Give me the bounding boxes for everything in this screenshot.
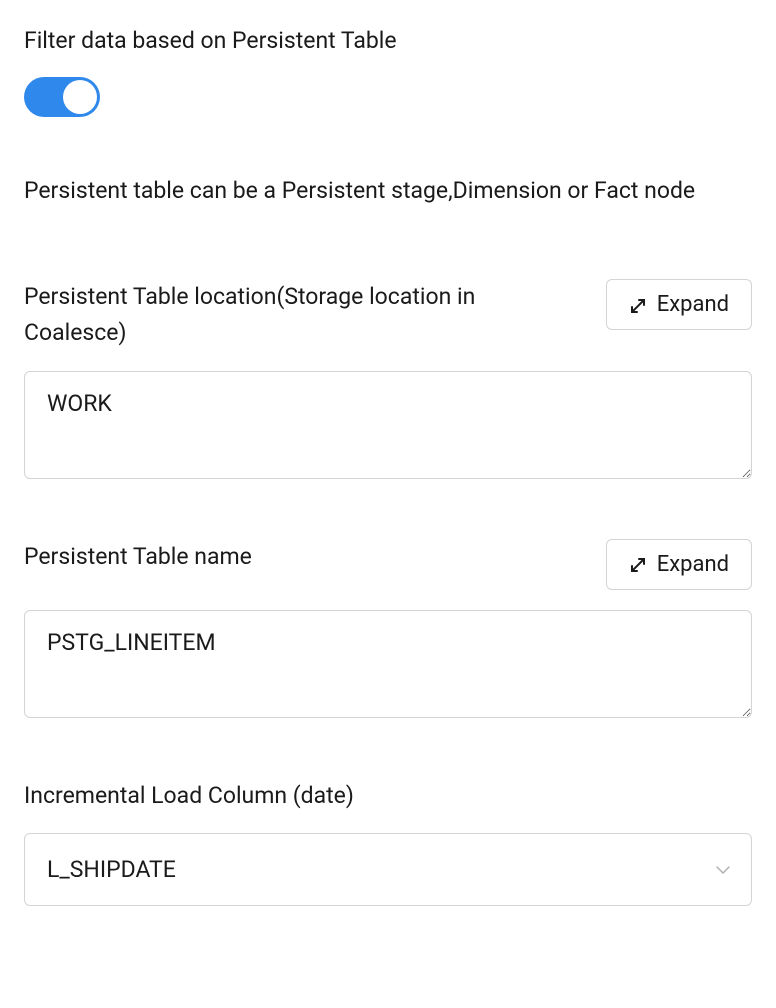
- filter-label: Filter data based on Persistent Table: [24, 24, 752, 59]
- expand-table-name-button[interactable]: Expand: [606, 539, 752, 590]
- table-name-label: Persistent Table name: [24, 539, 252, 575]
- table-location-label: Persistent Table location(Storage locati…: [24, 279, 544, 350]
- filter-toggle[interactable]: [24, 77, 100, 117]
- expand-table-location-button[interactable]: Expand: [606, 279, 752, 330]
- incremental-load-select[interactable]: L_SHIPDATE: [24, 833, 752, 906]
- table-location-input[interactable]: [24, 371, 752, 479]
- toggle-knob: [63, 80, 97, 114]
- expand-icon: [629, 296, 647, 314]
- expand-icon: [629, 555, 647, 573]
- expand-label: Expand: [657, 292, 729, 317]
- incremental-load-label: Incremental Load Column (date): [24, 778, 544, 814]
- persistent-table-description: Persistent table can be a Persistent sta…: [24, 173, 752, 210]
- expand-label: Expand: [657, 552, 729, 577]
- table-name-input[interactable]: [24, 610, 752, 718]
